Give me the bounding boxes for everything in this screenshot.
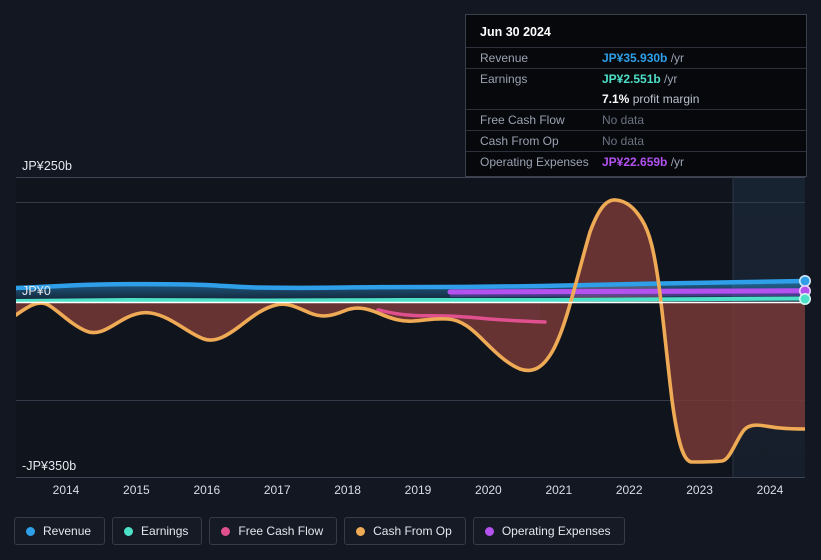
x-axis-tick-2021: 2021 [545, 483, 573, 497]
legend-label: Earnings [141, 524, 189, 538]
legend-label: Free Cash Flow [238, 524, 324, 538]
x-axis-tick-2017: 2017 [263, 483, 291, 497]
tooltip-row-value: No data [602, 113, 644, 127]
x-axis-tick-2015: 2015 [123, 483, 150, 497]
tooltip-date: Jun 30 2024 [480, 25, 551, 39]
legend-color-dot [484, 526, 494, 536]
y-axis-label-zero: JP¥0 [22, 284, 51, 298]
y-axis-label-bottom: -JP¥350b [22, 459, 77, 473]
legend-item-revenue[interactable]: Revenue [14, 517, 106, 545]
tooltip-unit: /yr [660, 72, 678, 86]
tooltip-row-label: Earnings [480, 72, 528, 86]
x-axis-tick-2020: 2020 [475, 483, 502, 497]
tooltip-row-value: No data [602, 134, 644, 148]
legend-item-earnings[interactable]: Earnings [112, 517, 203, 545]
tooltip-row: Operating Expenses JP¥22.659b /yr [466, 151, 806, 172]
legend-item-operating-expenses[interactable]: Operating Expenses [472, 517, 625, 545]
tooltip-no-data: No data [602, 113, 645, 127]
y-axis-label-top: JP¥250b [22, 159, 73, 173]
series-line-operating-expenses [447, 288, 805, 295]
endpoint-revenue [798, 274, 811, 287]
profit-margin-value: 7.1% [602, 92, 630, 106]
tooltip-row-label: Free Cash Flow [480, 113, 565, 127]
data-tooltip: Jun 30 2024 Revenue JP¥35.930b /yr Earning… [465, 14, 807, 177]
tooltip-row-value: JP¥2.551b /yr [602, 72, 677, 86]
profit-margin-label: profit margin [629, 92, 700, 106]
x-axis-tick-2024: 2024 [756, 483, 784, 497]
tooltip-row: 7.1% profit margin [466, 89, 806, 109]
tooltip-row-value: 7.1% profit margin [602, 92, 699, 106]
x-axis-tick-2016: 2016 [193, 483, 221, 497]
tooltip-row-value: JP¥35.930b /yr [602, 51, 684, 65]
legend-color-dot [356, 526, 366, 536]
legend-color-dot [221, 526, 231, 536]
x-axis-tick-2022: 2022 [615, 483, 643, 497]
legend-color-dot [124, 526, 134, 536]
x-axis-tick-2018: 2018 [334, 483, 361, 497]
tooltip-unit: /yr [667, 51, 685, 65]
tooltip-row: Free Cash Flow No data [466, 109, 806, 130]
tooltip-row: Cash From Op No data [466, 130, 806, 151]
legend-item-cash-from-op[interactable]: Cash From Op [344, 517, 466, 545]
x-axis-tick-2014: 2014 [52, 483, 80, 497]
tooltip-unit: /yr [667, 155, 685, 169]
x-axis-tick-2019: 2019 [404, 483, 432, 497]
x-axis-tick-2023: 2023 [686, 483, 713, 497]
series-line-earnings [16, 296, 805, 303]
tooltip-row-label: Operating Expenses [480, 155, 589, 169]
tooltip-amount: JP¥2.551b [602, 72, 661, 86]
tooltip-no-data: No data [602, 134, 645, 148]
legend-label: Operating Expenses [501, 524, 611, 538]
tooltip-row: Earnings JP¥2.551b /yr [466, 68, 806, 89]
legend-label: Revenue [43, 524, 92, 538]
series-endpoint-markers [798, 274, 811, 305]
legend-label: Cash From Op [373, 524, 452, 538]
tooltip-row: Revenue JP¥35.930b /yr [466, 47, 806, 68]
legend-color-dot [26, 526, 35, 536]
tooltip-row-value: JP¥22.659b /yr [602, 155, 684, 169]
chart-widget: JP¥250b JP¥0 -JP¥350b 2014 2015 2016 2017 20… [0, 0, 821, 560]
tooltip-rows: Revenue JP¥35.930b /yr Earnings JP¥2.551b /… [466, 47, 806, 172]
tooltip-amount: JP¥22.659b [602, 155, 668, 169]
legend-item-free-cash-flow[interactable]: Free Cash Flow [209, 517, 338, 545]
tooltip-row-label: Revenue [480, 51, 529, 65]
endpoint-earnings [798, 292, 811, 305]
tooltip-row-label: Cash From Op [480, 134, 559, 148]
chart-legend: Revenue Earnings Free Cash Flow Cash From O… [14, 517, 625, 545]
tooltip-amount: JP¥35.930b [602, 51, 668, 65]
